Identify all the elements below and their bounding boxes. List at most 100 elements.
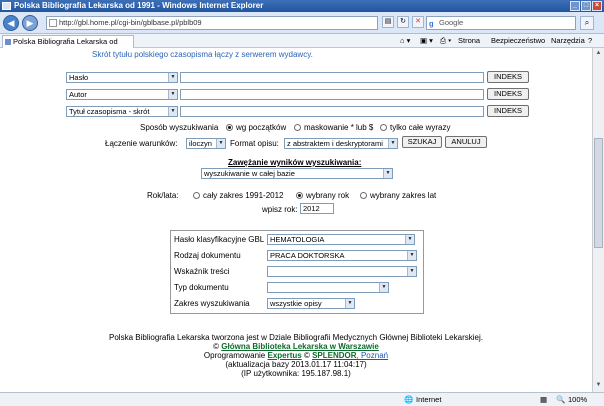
menu-tools[interactable]: Narzędzia: [551, 34, 585, 48]
format-select[interactable]: z abstraktem i deskryptorami ▼: [284, 138, 398, 149]
field-select-2[interactable]: Autor ▼: [66, 89, 178, 100]
filter-select-content[interactable]: ▼: [267, 266, 417, 277]
narrow-heading: Zawężanie wyników wyszukiwania:: [228, 158, 362, 167]
year-input[interactable]: [300, 203, 334, 214]
menu-page[interactable]: Strona: [458, 34, 480, 48]
close-icon[interactable]: ×: [592, 1, 602, 11]
radio-whole[interactable]: [380, 124, 387, 131]
radio-mask[interactable]: [294, 124, 301, 131]
scroll-up-icon[interactable]: ▲: [594, 49, 603, 58]
search-placeholder: Google: [439, 18, 464, 27]
format-select-value: z abstraktem i deskryptorami: [287, 139, 383, 148]
google-icon: g: [429, 19, 434, 28]
stop-icon[interactable]: ✕: [412, 16, 424, 28]
maximize-icon[interactable]: □: [581, 1, 591, 11]
mode-option-mask[interactable]: maskowanie * lub $: [294, 123, 373, 133]
minimize-icon[interactable]: _: [570, 1, 580, 11]
year-option-single[interactable]: wybrany rok: [296, 191, 349, 201]
field-select-2-value: Autor: [69, 90, 87, 99]
mode-label: Sposób wyszukiwania: [140, 123, 219, 132]
index-button-1[interactable]: INDEKS: [487, 71, 529, 83]
join-select-value: iloczyn: [189, 139, 212, 148]
join-label: Łączenie warunków:: [105, 139, 178, 148]
year-input-label: wpisz rok:: [262, 205, 298, 214]
compat-view-icon[interactable]: ▤: [382, 16, 394, 28]
forward-icon[interactable]: ▶: [22, 15, 38, 31]
filter-label-type: Typ dokumentu: [174, 283, 229, 292]
filter-label-class: Hasło klasyfikacyjne GBL: [174, 235, 265, 244]
software-mid: ©: [301, 351, 313, 360]
footer-update: (aktualizacja bazy 2013.01.17 11:04:17): [225, 360, 367, 369]
menu-security[interactable]: Bezpieczeństwo: [491, 34, 545, 48]
chevron-down-icon: ▼: [407, 251, 416, 260]
page-tagline: Skrót tytułu polskiego czasopisma łączy …: [92, 50, 313, 59]
search-icon[interactable]: ⌕: [580, 16, 594, 30]
mode-option-whole[interactable]: tylko całe wyrazy: [380, 123, 450, 133]
address-input[interactable]: http://gbl.home.pl/cgi-bin/gblbase.pl/pb…: [46, 16, 378, 30]
year-option-all-label: cały zakres 1991-2012: [203, 191, 284, 200]
scope-select[interactable]: wyszukiwanie w całej bazie ▼: [201, 168, 393, 179]
mode-option-mask-label: maskowanie * lub $: [304, 123, 374, 132]
scroll-thumb[interactable]: [594, 138, 603, 248]
query-input-2[interactable]: [180, 89, 484, 100]
help-icon[interactable]: ?: [588, 34, 592, 48]
chevron-down-icon: ▼: [405, 235, 414, 244]
filter-label-doctype: Rodzaj dokumentu: [174, 251, 241, 260]
radio-year-single[interactable]: [296, 192, 303, 199]
zoom-icon[interactable]: 🔍: [556, 393, 565, 406]
poznan-link[interactable]: , Poznań: [357, 351, 389, 360]
index-button-3[interactable]: INDEKS: [487, 105, 529, 117]
radio-prefix[interactable]: [226, 124, 233, 131]
query-input-1[interactable]: [180, 72, 484, 83]
globe-icon: 🌐: [404, 395, 414, 404]
filter-select-class[interactable]: HEMATOLOGIA ▼: [267, 234, 415, 245]
favicon-icon: [5, 39, 11, 45]
year-option-single-label: wybrany rok: [306, 191, 350, 200]
page-icon: [49, 19, 57, 27]
chevron-down-icon: ▼: [345, 299, 354, 308]
search-button[interactable]: SZUKAJ: [402, 136, 442, 148]
print-icon[interactable]: ⎙ ▾: [440, 34, 451, 48]
scope-select-value: wyszukiwanie w całej bazie: [204, 169, 295, 178]
query-input-3[interactable]: [180, 106, 484, 117]
library-link[interactable]: Główna Biblioteka Lekarska w Warszawie: [221, 342, 379, 351]
field-select-3-value: Tytuł czasopisma - skrót: [69, 107, 150, 116]
cancel-button[interactable]: ANULUJ: [445, 136, 487, 148]
chevron-down-icon: ▼: [168, 90, 177, 99]
mode-option-prefix[interactable]: wg początków: [226, 123, 286, 133]
radio-year-range[interactable]: [360, 192, 367, 199]
expertus-link[interactable]: Expertus: [267, 351, 301, 360]
index-button-2[interactable]: INDEKS: [487, 88, 529, 100]
radio-year-all[interactable]: [193, 192, 200, 199]
filter-select-range[interactable]: wszystkie opisy ▼: [267, 298, 355, 309]
join-select[interactable]: iloczyn ▼: [186, 138, 226, 149]
year-option-range-label: wybrany zakres lat: [370, 191, 437, 200]
feeds-icon[interactable]: ▣ ▾: [420, 34, 433, 48]
chevron-down-icon: ▼: [388, 139, 397, 148]
vertical-scrollbar[interactable]: ▲ ▼: [592, 48, 604, 392]
refresh-icon[interactable]: ↻: [397, 16, 409, 28]
filter-label-content: Wskaźnik treści: [174, 267, 230, 276]
page-content: Skrót tytułu polskiego czasopisma łączy …: [0, 48, 592, 392]
filter-select-type[interactable]: ▼: [267, 282, 389, 293]
chevron-down-icon: ▼: [383, 169, 392, 178]
year-option-all[interactable]: cały zakres 1991-2012: [193, 191, 284, 201]
search-input[interactable]: g Google: [426, 16, 576, 30]
format-label: Format opisu:: [230, 139, 279, 148]
scroll-down-icon[interactable]: ▼: [594, 381, 603, 390]
window-title-bar: Polska Bibliografia Lekarska od 1991 - W…: [0, 0, 604, 12]
year-option-range[interactable]: wybrany zakres lat: [360, 191, 436, 201]
splendor-link[interactable]: SPLENDOR: [312, 351, 356, 360]
protected-mode-icon: ▦: [540, 395, 548, 404]
field-select-3[interactable]: Tytuł czasopisma - skrót ▼: [66, 106, 178, 117]
back-icon[interactable]: ◀: [3, 15, 19, 31]
home-icon[interactable]: ⌂ ▾: [400, 34, 410, 48]
status-bar: 🌐 Internet ▦ 🔍 100%: [0, 392, 604, 406]
mode-option-whole-label: tylko całe wyrazy: [390, 123, 451, 132]
browser-tab[interactable]: Polska Bibliografia Lekarska od 1991: [2, 35, 134, 58]
field-select-1[interactable]: Hasło ▼: [66, 72, 178, 83]
filter-select-doctype[interactable]: PRACA DOKTORSKA ▼: [267, 250, 417, 261]
zoom-level[interactable]: 100%: [568, 393, 587, 406]
software-prefix: Oprogramowanie: [203, 351, 268, 360]
year-label: Rok/lata:: [147, 191, 179, 200]
